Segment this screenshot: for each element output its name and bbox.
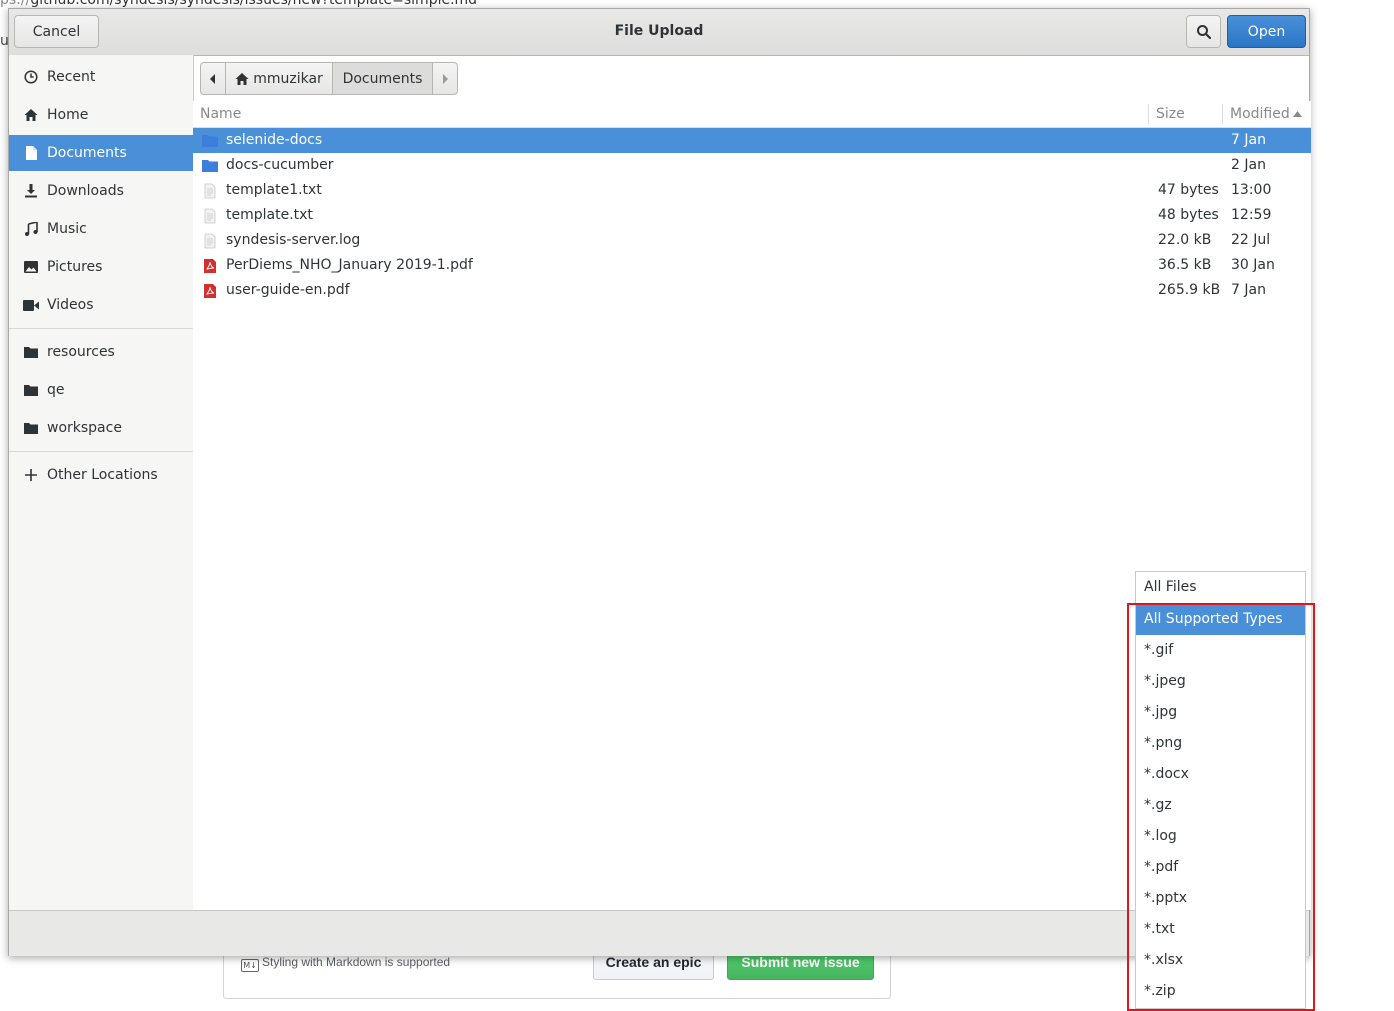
file-upload-dialog: Cancel File Upload Open Recent Home Docu…	[8, 8, 1311, 956]
filter-option[interactable]: *.jpeg	[1136, 666, 1305, 697]
open-button[interactable]: Open	[1227, 15, 1306, 48]
sidebar-item-qe[interactable]: qe	[9, 372, 193, 408]
sidebar-item-recent[interactable]: Recent	[9, 59, 193, 95]
text-file-icon	[204, 233, 216, 249]
folder-icon	[202, 135, 218, 147]
folder-icon	[202, 160, 218, 172]
filter-option[interactable]: *.png	[1136, 728, 1305, 759]
home-icon	[23, 107, 39, 123]
filter-option[interactable]: *.xlsx	[1136, 945, 1305, 976]
file-filter-dropdown: All Files All Supported Types *.gif *.jp…	[1135, 571, 1306, 1009]
sidebar-item-label: Other Locations	[47, 467, 158, 483]
folder-icon	[23, 420, 39, 436]
sidebar-item-other-locations[interactable]: Other Locations	[9, 457, 193, 493]
markdown-icon: M↓	[241, 959, 259, 972]
path-forward-button[interactable]	[432, 62, 458, 95]
file-list-header: Name Size Modified	[193, 101, 1311, 128]
column-name-header[interactable]: Name	[200, 106, 241, 122]
sidebar-item-pictures[interactable]: Pictures	[9, 249, 193, 285]
path-bar: mmuzikar Documents	[200, 62, 458, 95]
sidebar-item-music[interactable]: Music	[9, 211, 193, 247]
path-home-label: mmuzikar	[253, 70, 323, 87]
path-documents-button[interactable]: Documents	[332, 62, 433, 95]
filter-option[interactable]: *.gz	[1136, 790, 1305, 821]
sidebar-item-label: Documents	[47, 145, 127, 161]
dialog-headerbar: Cancel File Upload Open	[9, 9, 1309, 56]
sidebar-item-label: resources	[47, 344, 115, 360]
filter-option[interactable]: *.pdf	[1136, 852, 1305, 883]
column-separator	[1148, 104, 1149, 124]
filter-option[interactable]: *.gif	[1136, 635, 1305, 666]
filter-option[interactable]: All Supported Types	[1136, 604, 1305, 635]
home-icon	[235, 72, 249, 85]
filter-option[interactable]: *.zip	[1136, 976, 1305, 1007]
filter-option[interactable]: *.txt	[1136, 914, 1305, 945]
column-separator	[1222, 104, 1223, 124]
sidebar-item-home[interactable]: Home	[9, 97, 193, 133]
filter-option[interactable]: *.docx	[1136, 759, 1305, 790]
file-row[interactable]: template.txt 48 bytes 12:59	[193, 203, 1311, 228]
folder-icon	[23, 382, 39, 398]
sidebar-item-label: Recent	[47, 69, 96, 85]
sidebar-item-label: Home	[47, 107, 89, 123]
sidebar-item-documents[interactable]: Documents	[9, 135, 193, 171]
sidebar-item-label: Pictures	[47, 259, 103, 275]
browser-url-text: ps://github.com/syndesis/syndesis/issues…	[0, 0, 478, 8]
path-home-button[interactable]: mmuzikar	[225, 62, 333, 95]
file-row[interactable]: user-guide-en.pdf 265.9 kB 7 Jan	[193, 278, 1311, 303]
file-row[interactable]: selenide-docs 7 Jan	[193, 128, 1311, 153]
filter-option[interactable]: *.pptx	[1136, 883, 1305, 914]
filter-option[interactable]: *.log	[1136, 821, 1305, 852]
text-file-icon	[204, 183, 216, 199]
sidebar-item-label: workspace	[47, 420, 122, 436]
sidebar-item-label: qe	[47, 382, 65, 398]
sidebar-separator	[9, 451, 193, 452]
chevron-right-icon	[443, 73, 448, 84]
picture-icon	[23, 259, 39, 275]
music-icon	[23, 221, 39, 237]
text-file-icon	[204, 208, 216, 224]
plus-icon	[23, 467, 39, 483]
document-icon	[23, 145, 39, 161]
background-text: u	[0, 33, 8, 49]
sidebar-item-label: Downloads	[47, 183, 124, 199]
clock-icon	[23, 69, 39, 85]
dialog-title: File Upload	[614, 23, 704, 39]
video-icon	[23, 297, 39, 313]
download-icon	[23, 183, 39, 199]
file-row[interactable]: PerDiems_NHO_January 2019-1.pdf 36.5 kB …	[193, 253, 1311, 278]
filter-option[interactable]: All Files	[1136, 572, 1305, 603]
pdf-file-icon	[204, 259, 216, 273]
sidebar-item-label: Videos	[47, 297, 94, 313]
sidebar-item-workspace[interactable]: workspace	[9, 410, 193, 446]
sidebar-item-videos[interactable]: Videos	[9, 287, 193, 323]
chevron-left-icon	[210, 73, 215, 84]
filter-option[interactable]: *.jpg	[1136, 697, 1305, 728]
sidebar-item-downloads[interactable]: Downloads	[9, 173, 193, 209]
sidebar-item-resources[interactable]: resources	[9, 334, 193, 370]
sidebar-separator	[9, 328, 193, 329]
dialog-action-bar	[9, 910, 1309, 956]
markdown-note: Styling with Markdown is supported	[262, 955, 451, 969]
file-row[interactable]: template1.txt 47 bytes 13:00	[193, 178, 1311, 203]
path-back-button[interactable]	[200, 62, 226, 95]
sort-ascending-icon	[1293, 111, 1302, 117]
search-icon	[1196, 24, 1211, 39]
column-modified-header[interactable]: Modified	[1230, 106, 1290, 122]
column-size-header[interactable]: Size	[1156, 106, 1185, 122]
folder-icon	[23, 344, 39, 360]
pdf-file-icon	[204, 284, 216, 298]
file-row[interactable]: syndesis-server.log 22.0 kB 22 Jul	[193, 228, 1311, 253]
sidebar-item-label: Music	[47, 221, 87, 237]
places-sidebar: Recent Home Documents Downloads Music Pi…	[9, 55, 194, 910]
file-row[interactable]: docs-cucumber 2 Jan	[193, 153, 1311, 178]
search-button[interactable]	[1186, 15, 1221, 48]
